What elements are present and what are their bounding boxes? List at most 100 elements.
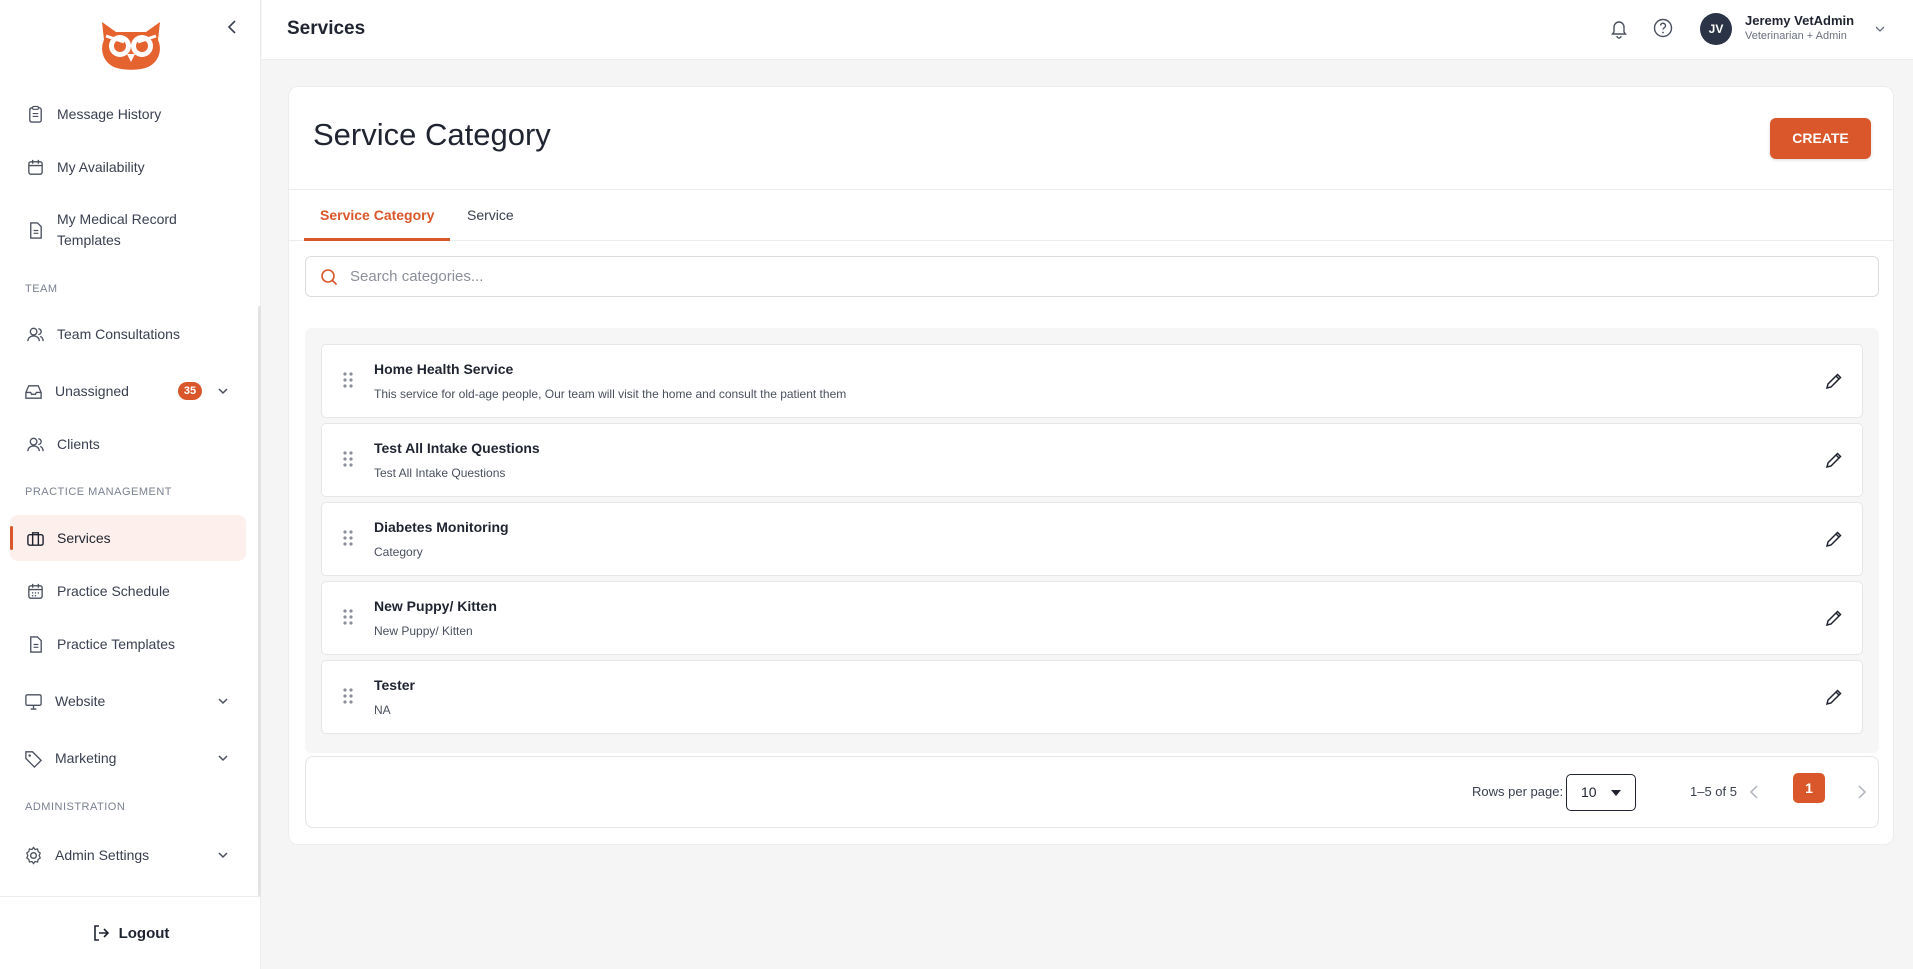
drag-handle-icon[interactable] — [341, 369, 355, 391]
owl-logo-icon[interactable] — [96, 18, 166, 72]
document-icon — [25, 220, 45, 240]
sidebar-item-label: Unassigned — [55, 383, 129, 399]
chevron-left-icon[interactable] — [224, 17, 240, 37]
sidebar-item-label: Clients — [57, 436, 100, 452]
user-role: Veterinarian + Admin — [1745, 30, 1847, 42]
chevron-right-icon[interactable] — [1854, 783, 1870, 801]
tab-service[interactable]: Service — [451, 190, 530, 241]
rows-per-page-label: Rows per page: — [1472, 784, 1564, 799]
row-title: Diabetes Monitoring — [374, 519, 509, 535]
sidebar-item-label: My Medical Record Templates — [57, 211, 177, 248]
drag-handle-icon[interactable] — [341, 685, 355, 707]
sidebar-scrollbar[interactable] — [258, 306, 261, 896]
unassigned-count-badge: 35 — [178, 382, 202, 400]
document-icon — [25, 634, 45, 654]
create-button[interactable]: CREATE — [1770, 118, 1871, 159]
tab-service-category[interactable]: Service Category — [304, 190, 451, 241]
section-label-administration: ADMINISTRATION — [25, 801, 126, 813]
briefcase-icon — [25, 528, 45, 548]
logout-label: Logout — [118, 924, 170, 942]
logout-icon — [93, 925, 109, 941]
drag-handle-icon[interactable] — [341, 448, 355, 470]
avatar[interactable]: JV — [1700, 13, 1732, 45]
sidebar-item-label: Practice Templates — [57, 636, 176, 652]
calendar-icon — [25, 157, 45, 177]
page-title: Services — [287, 18, 366, 39]
chevron-down-icon[interactable] — [216, 751, 230, 765]
row-title: Tester — [374, 677, 415, 693]
sidebar-item-label: Website — [55, 693, 106, 709]
category-list: Home Health Service This service for old… — [305, 328, 1879, 753]
tabs-bar: Service Category Service — [289, 189, 1893, 241]
row-description: New Puppy/ Kitten — [374, 624, 473, 638]
section-label-team: TEAM — [25, 283, 58, 295]
row-description: Test All Intake Questions — [374, 466, 506, 480]
sidebar-item-practice-templates[interactable]: Practice Templates — [10, 621, 246, 667]
list-item[interactable]: Tester NA — [321, 660, 1863, 734]
sidebar-item-team-consultations[interactable]: Team Consultations — [10, 311, 246, 357]
users-icon — [25, 324, 45, 344]
sidebar-item-label: My Availability — [57, 159, 145, 175]
edit-pencil-icon[interactable] — [1824, 529, 1844, 549]
logout-button[interactable]: Logout — [0, 896, 261, 969]
pagination-range: 1–5 of 5 — [1690, 784, 1737, 799]
sidebar-item-label: Practice Schedule — [57, 583, 170, 599]
sidebar-item-services[interactable]: Services — [10, 515, 246, 561]
clipboard-icon — [25, 104, 45, 124]
monitor-icon — [23, 691, 43, 711]
sidebar-item-label: Admin Settings — [55, 847, 150, 863]
list-item[interactable]: Diabetes Monitoring Category — [321, 502, 1863, 576]
sidebar-item-unassigned[interactable]: Unassigned 35 — [10, 368, 246, 414]
list-item[interactable]: Test All Intake Questions Test All Intak… — [321, 423, 1863, 497]
bell-icon[interactable] — [1608, 17, 1630, 39]
rows-per-page-value: 10 — [1581, 784, 1597, 800]
card-title: Service Category — [313, 117, 551, 152]
sidebar-item-website[interactable]: Website — [10, 678, 246, 724]
chevron-down-icon[interactable] — [1874, 22, 1886, 34]
user-name[interactable]: Jeremy VetAdmin — [1745, 13, 1854, 28]
section-label-practice-management: PRACTICE MANAGEMENT — [25, 486, 173, 498]
row-title: Test All Intake Questions — [374, 440, 540, 456]
page-button-current[interactable]: 1 — [1793, 773, 1825, 803]
pagination-bar: Rows per page: 10 1–5 of 5 1 — [305, 756, 1879, 828]
help-icon[interactable] — [1652, 17, 1674, 39]
row-description: This service for old-age people, Our tea… — [374, 387, 847, 401]
row-description: Category — [374, 545, 423, 559]
sidebar-item-admin-settings[interactable]: Admin Settings — [10, 832, 246, 878]
sidebar-item-label: Team Consultations — [57, 326, 180, 342]
sidebar-item-practice-schedule[interactable]: Practice Schedule — [10, 568, 246, 614]
drag-handle-icon[interactable] — [341, 527, 355, 549]
chevron-down-icon[interactable] — [216, 848, 230, 862]
calendar-grid-icon — [25, 581, 45, 601]
sidebar-item-label: Services — [57, 530, 111, 546]
inbox-icon — [23, 381, 43, 401]
edit-pencil-icon[interactable] — [1824, 608, 1844, 628]
row-title: Home Health Service — [374, 361, 514, 377]
list-item[interactable]: New Puppy/ Kitten New Puppy/ Kitten — [321, 581, 1863, 655]
edit-pencil-icon[interactable] — [1824, 687, 1844, 707]
row-description: NA — [374, 703, 391, 717]
chevron-left-icon[interactable] — [1746, 783, 1762, 801]
search-input[interactable] — [350, 268, 1850, 285]
sidebar-item-label: Marketing — [55, 750, 117, 766]
sidebar-item-marketing[interactable]: Marketing — [10, 735, 246, 781]
top-header: Services JV Jeremy VetAdmin Veterinarian… — [262, 0, 1913, 60]
sidebar-item-my-availability[interactable]: My Availability — [10, 144, 246, 190]
sidebar-item-my-medical-record-templates[interactable]: My Medical Record Templates — [10, 202, 246, 258]
list-item[interactable]: Home Health Service This service for old… — [321, 344, 1863, 418]
chevron-down-icon[interactable] — [216, 694, 230, 708]
search-box[interactable] — [305, 256, 1879, 297]
edit-pencil-icon[interactable] — [1824, 450, 1844, 470]
caret-down-icon — [1611, 790, 1621, 796]
search-icon — [321, 268, 338, 285]
sidebar-item-clients[interactable]: Clients — [10, 421, 246, 467]
chevron-down-icon[interactable] — [216, 384, 230, 398]
drag-handle-icon[interactable] — [341, 606, 355, 628]
edit-pencil-icon[interactable] — [1824, 371, 1844, 391]
sidebar-item-label: Message History — [57, 106, 162, 122]
row-title: New Puppy/ Kitten — [374, 598, 497, 614]
sidebar-item-message-history[interactable]: Message History — [10, 91, 246, 137]
rows-per-page-select[interactable]: 10 — [1566, 774, 1636, 811]
people-icon — [25, 434, 45, 454]
service-category-card: Service Category CREATE Service Category… — [288, 86, 1894, 845]
